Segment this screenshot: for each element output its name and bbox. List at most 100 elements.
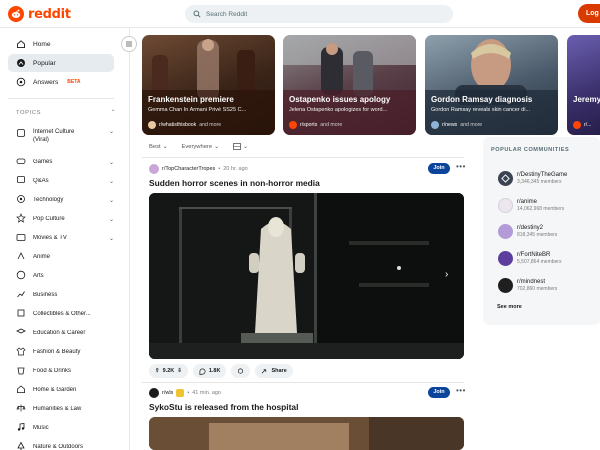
- sort-location-dropdown[interactable]: Everywhere ⌄: [181, 144, 218, 150]
- join-button[interactable]: Join: [428, 163, 450, 174]
- chevron-down-icon: ⌄: [108, 216, 114, 223]
- card-title: Frankenstein premiere: [148, 95, 234, 104]
- community-item[interactable]: r/DestinyTheGame 3,346,345 members: [498, 171, 567, 186]
- chevron-down-icon: ⌄: [242, 143, 248, 150]
- card-source-name: r/...: [584, 122, 592, 128]
- nature-icon: [16, 441, 26, 450]
- subreddit-avatar: [431, 121, 439, 129]
- vote-count: 9.2K: [162, 368, 175, 374]
- community-name: r/anime: [517, 199, 538, 205]
- comment-icon: [199, 368, 206, 375]
- vote-control: ⇧ 9.2K ⇩: [149, 364, 188, 378]
- trending-card[interactable]: Frankenstein premiere Gemma Chan In Arma…: [142, 35, 275, 135]
- search-input[interactable]: [206, 10, 436, 18]
- arts-icon: [16, 270, 26, 282]
- community-avatar: [498, 224, 513, 239]
- post-subreddit[interactable]: r/wls: [162, 390, 173, 396]
- topic-music[interactable]: Music: [16, 422, 114, 434]
- card-image: [142, 39, 275, 135]
- search-bar[interactable]: [185, 5, 453, 23]
- trending-card[interactable]: Ostapenko issues apology Jelena Ostapenk…: [283, 35, 416, 135]
- card-source: r/news and more: [431, 121, 482, 129]
- topic-qas-label: Q&As: [33, 178, 49, 184]
- downvote-icon[interactable]: ⇩: [177, 368, 182, 374]
- card-source-extra: and more: [320, 122, 343, 128]
- music-icon: [16, 422, 26, 434]
- community-members: 5,507,864 members: [517, 259, 562, 265]
- card-source: r/whatisthisbook and more: [148, 121, 221, 129]
- post-media[interactable]: [149, 417, 464, 450]
- subreddit-avatar[interactable]: [149, 164, 159, 174]
- separator-dot: •: [187, 390, 190, 396]
- topic-food-label: Food & Drinks: [33, 368, 72, 374]
- topic-education[interactable]: Education & Career: [16, 327, 114, 339]
- upvote-icon[interactable]: ⇧: [155, 368, 160, 374]
- topic-arts[interactable]: Arts: [16, 270, 114, 282]
- topic-technology[interactable]: Technology ⌄: [16, 194, 114, 206]
- beta-badge: BETA: [67, 79, 81, 85]
- humanities-icon: [16, 403, 26, 415]
- subreddit-avatar[interactable]: [149, 388, 159, 398]
- card-source-name: r/news: [442, 122, 458, 128]
- collapse-sidebar-button[interactable]: [121, 36, 137, 52]
- nav-popular[interactable]: Popular: [8, 54, 114, 72]
- trending-card[interactable]: Jeremy r/...: [567, 35, 600, 135]
- sort-order-dropdown[interactable]: Best ⌄: [149, 144, 167, 150]
- community-item[interactable]: r/FortNiteBR 5,507,864 members: [498, 251, 561, 266]
- topic-food[interactable]: Food & Drinks: [16, 365, 114, 377]
- community-item[interactable]: r/mindnest 702,860 members: [498, 278, 557, 293]
- community-name: r/DestinyTheGame: [517, 172, 568, 178]
- community-item[interactable]: r/anime 14,062,968 members: [498, 198, 564, 213]
- community-name: r/destiny2: [517, 225, 544, 231]
- topic-qas[interactable]: Q&As ⌄: [16, 175, 114, 187]
- post-subreddit[interactable]: r/TopCharacterTropes: [162, 166, 215, 172]
- reddit-logo-icon: [8, 6, 24, 22]
- share-icon: [262, 368, 267, 373]
- comments-button[interactable]: 1.8K: [192, 364, 227, 378]
- card-image: [283, 35, 416, 135]
- topic-movies-tv[interactable]: Movies & TV ⌄: [16, 232, 114, 244]
- topic-pop-culture-label: Pop Culture: [33, 216, 65, 222]
- see-more-link[interactable]: See more: [497, 304, 522, 310]
- nav-home[interactable]: Home: [8, 35, 114, 53]
- popular-icon: [16, 58, 26, 68]
- topic-pop-culture[interactable]: Pop Culture ⌄: [16, 213, 114, 225]
- trending-card[interactable]: Gordon Ramsay diagnosis Gordon Ramsay re…: [425, 35, 558, 135]
- nav-answers[interactable]: Answers BETA: [8, 73, 114, 91]
- topic-home-garden-label: Home & Garden: [33, 387, 77, 393]
- topic-business-label: Business: [33, 292, 58, 298]
- topic-business[interactable]: Business: [16, 289, 114, 301]
- top-bar: reddit Log: [0, 0, 600, 28]
- topic-games[interactable]: Games ⌄: [16, 156, 114, 168]
- post-media[interactable]: ›: [149, 193, 464, 359]
- view-toggle[interactable]: ⌄: [233, 143, 248, 150]
- topics-heading[interactable]: TOPICS ⌃: [16, 110, 116, 116]
- topic-internet-culture[interactable]: Internet Culture (Viral) ⌄: [16, 128, 114, 144]
- post-title[interactable]: SykoStu is released from the hospital: [149, 402, 298, 412]
- subreddit-avatar: [289, 121, 297, 129]
- reddit-logo[interactable]: reddit: [8, 6, 71, 22]
- topic-nature[interactable]: Nature & Outdoors: [16, 441, 114, 450]
- community-members: 3,346,345 members: [517, 179, 562, 185]
- topic-fashion[interactable]: Fashion & Beauty: [16, 346, 114, 358]
- topic-humanities[interactable]: Humanities & Law: [16, 403, 114, 415]
- login-button[interactable]: Log: [578, 4, 600, 23]
- topic-education-label: Education & Career: [33, 330, 86, 336]
- comment-count: 1.8K: [208, 368, 221, 374]
- topic-collectibles[interactable]: Collectibles & Other...: [16, 308, 114, 320]
- subreddit-avatar: [573, 121, 581, 129]
- more-options-icon[interactable]: •••: [456, 162, 466, 171]
- more-options-icon[interactable]: •••: [456, 386, 466, 395]
- share-button[interactable]: Share: [255, 364, 293, 378]
- post-title[interactable]: Sudden horror scenes in non-horror media: [149, 178, 320, 188]
- award-button[interactable]: [231, 364, 251, 378]
- card-description: Gemma Chan In Armani Privé SS25 C...: [148, 107, 247, 113]
- card-source: r/...: [573, 121, 592, 129]
- community-item[interactable]: r/destiny2 818,345 members: [498, 224, 557, 239]
- topic-home-garden[interactable]: Home & Garden: [16, 384, 114, 396]
- topic-anime[interactable]: Anime: [16, 251, 114, 263]
- next-image-chevron-icon[interactable]: ›: [445, 269, 448, 280]
- chevron-down-icon: ⌄: [214, 143, 219, 150]
- collectibles-icon: [16, 308, 26, 320]
- join-button[interactable]: Join: [428, 387, 450, 398]
